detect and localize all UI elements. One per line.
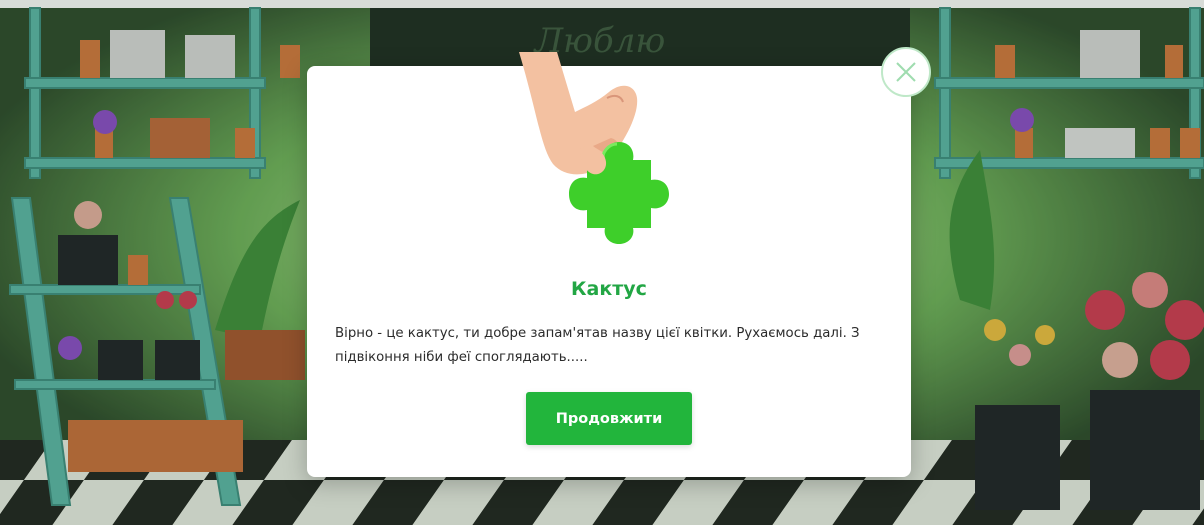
close-button[interactable] <box>881 47 931 97</box>
dialog-title: Кактус <box>571 278 647 300</box>
close-icon <box>896 62 916 82</box>
result-dialog: Кактус Вірно - це кактус, ти добре запам… <box>307 52 911 477</box>
dialog-message: Вірно - це кактус, ти добре запам'ятав н… <box>335 326 860 365</box>
hand-holding-puzzle-piece-icon <box>497 52 697 264</box>
continue-button[interactable]: Продовжити <box>526 392 692 445</box>
